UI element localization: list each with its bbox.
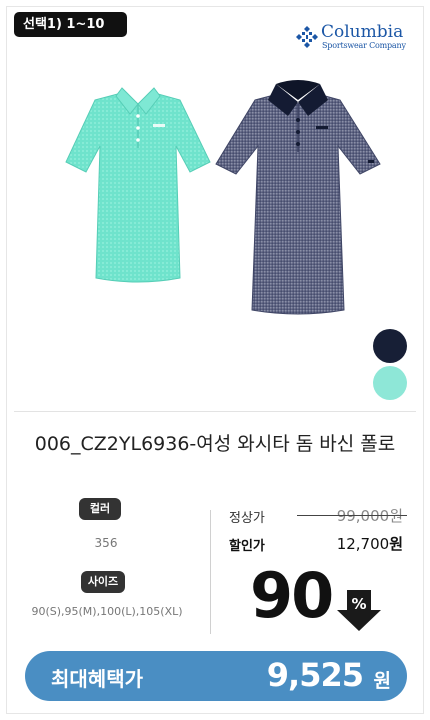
size-value: 90(S),95(M),100(L),105(XL)	[31, 605, 183, 618]
color-swatch-mint[interactable]	[373, 366, 407, 400]
brand-logo: Columbia Sportswear Company	[295, 22, 407, 54]
regular-price-label: 정상가	[229, 511, 265, 526]
max-benefit-value: 9,525	[266, 656, 364, 694]
regular-price-unit: 원	[389, 507, 403, 525]
color-value: 356	[94, 536, 118, 550]
sale-price-label: 할인가	[229, 539, 265, 554]
color-swatch-navy[interactable]	[373, 329, 407, 363]
brand-tagline: Sportswear Company	[322, 41, 406, 50]
max-benefit-bar[interactable]: 최대혜택가 9,525 원	[25, 651, 407, 701]
max-benefit-label: 최대혜택가	[51, 667, 143, 691]
discount-down-arrow-icon: %	[337, 590, 381, 631]
color-label: 컬러	[79, 498, 121, 520]
navy-polo-image	[215, 80, 381, 315]
divider	[14, 411, 416, 412]
brand-name: Columbia	[321, 22, 404, 42]
vertical-divider	[210, 510, 211, 634]
selection-badge-label: 선택1) 1~10	[23, 17, 105, 32]
sale-price-amount: 12,700원	[337, 533, 403, 554]
regular-price-row: 정상가 99,000원	[229, 505, 411, 527]
discount-percent-symbol: %	[351, 595, 366, 613]
sale-price-row: 할인가 12,700원	[229, 533, 411, 555]
sale-price-unit: 원	[389, 535, 403, 553]
selection-badge: 선택1) 1~10	[14, 12, 127, 37]
discount-rate: 90	[250, 559, 334, 632]
size-label: 사이즈	[81, 571, 125, 593]
sale-price-value: 12,700	[336, 535, 390, 553]
regular-price-value: 99,000	[336, 507, 390, 525]
columbia-diamond-icon	[296, 26, 318, 48]
product-image[interactable]	[30, 70, 400, 330]
strikethrough-line	[297, 515, 407, 516]
product-title[interactable]: 006_CZ2YL6936-여성 와시타 돔 바신 폴로	[20, 432, 410, 457]
mint-polo-image	[65, 87, 211, 283]
max-benefit-unit: 원	[373, 670, 391, 692]
